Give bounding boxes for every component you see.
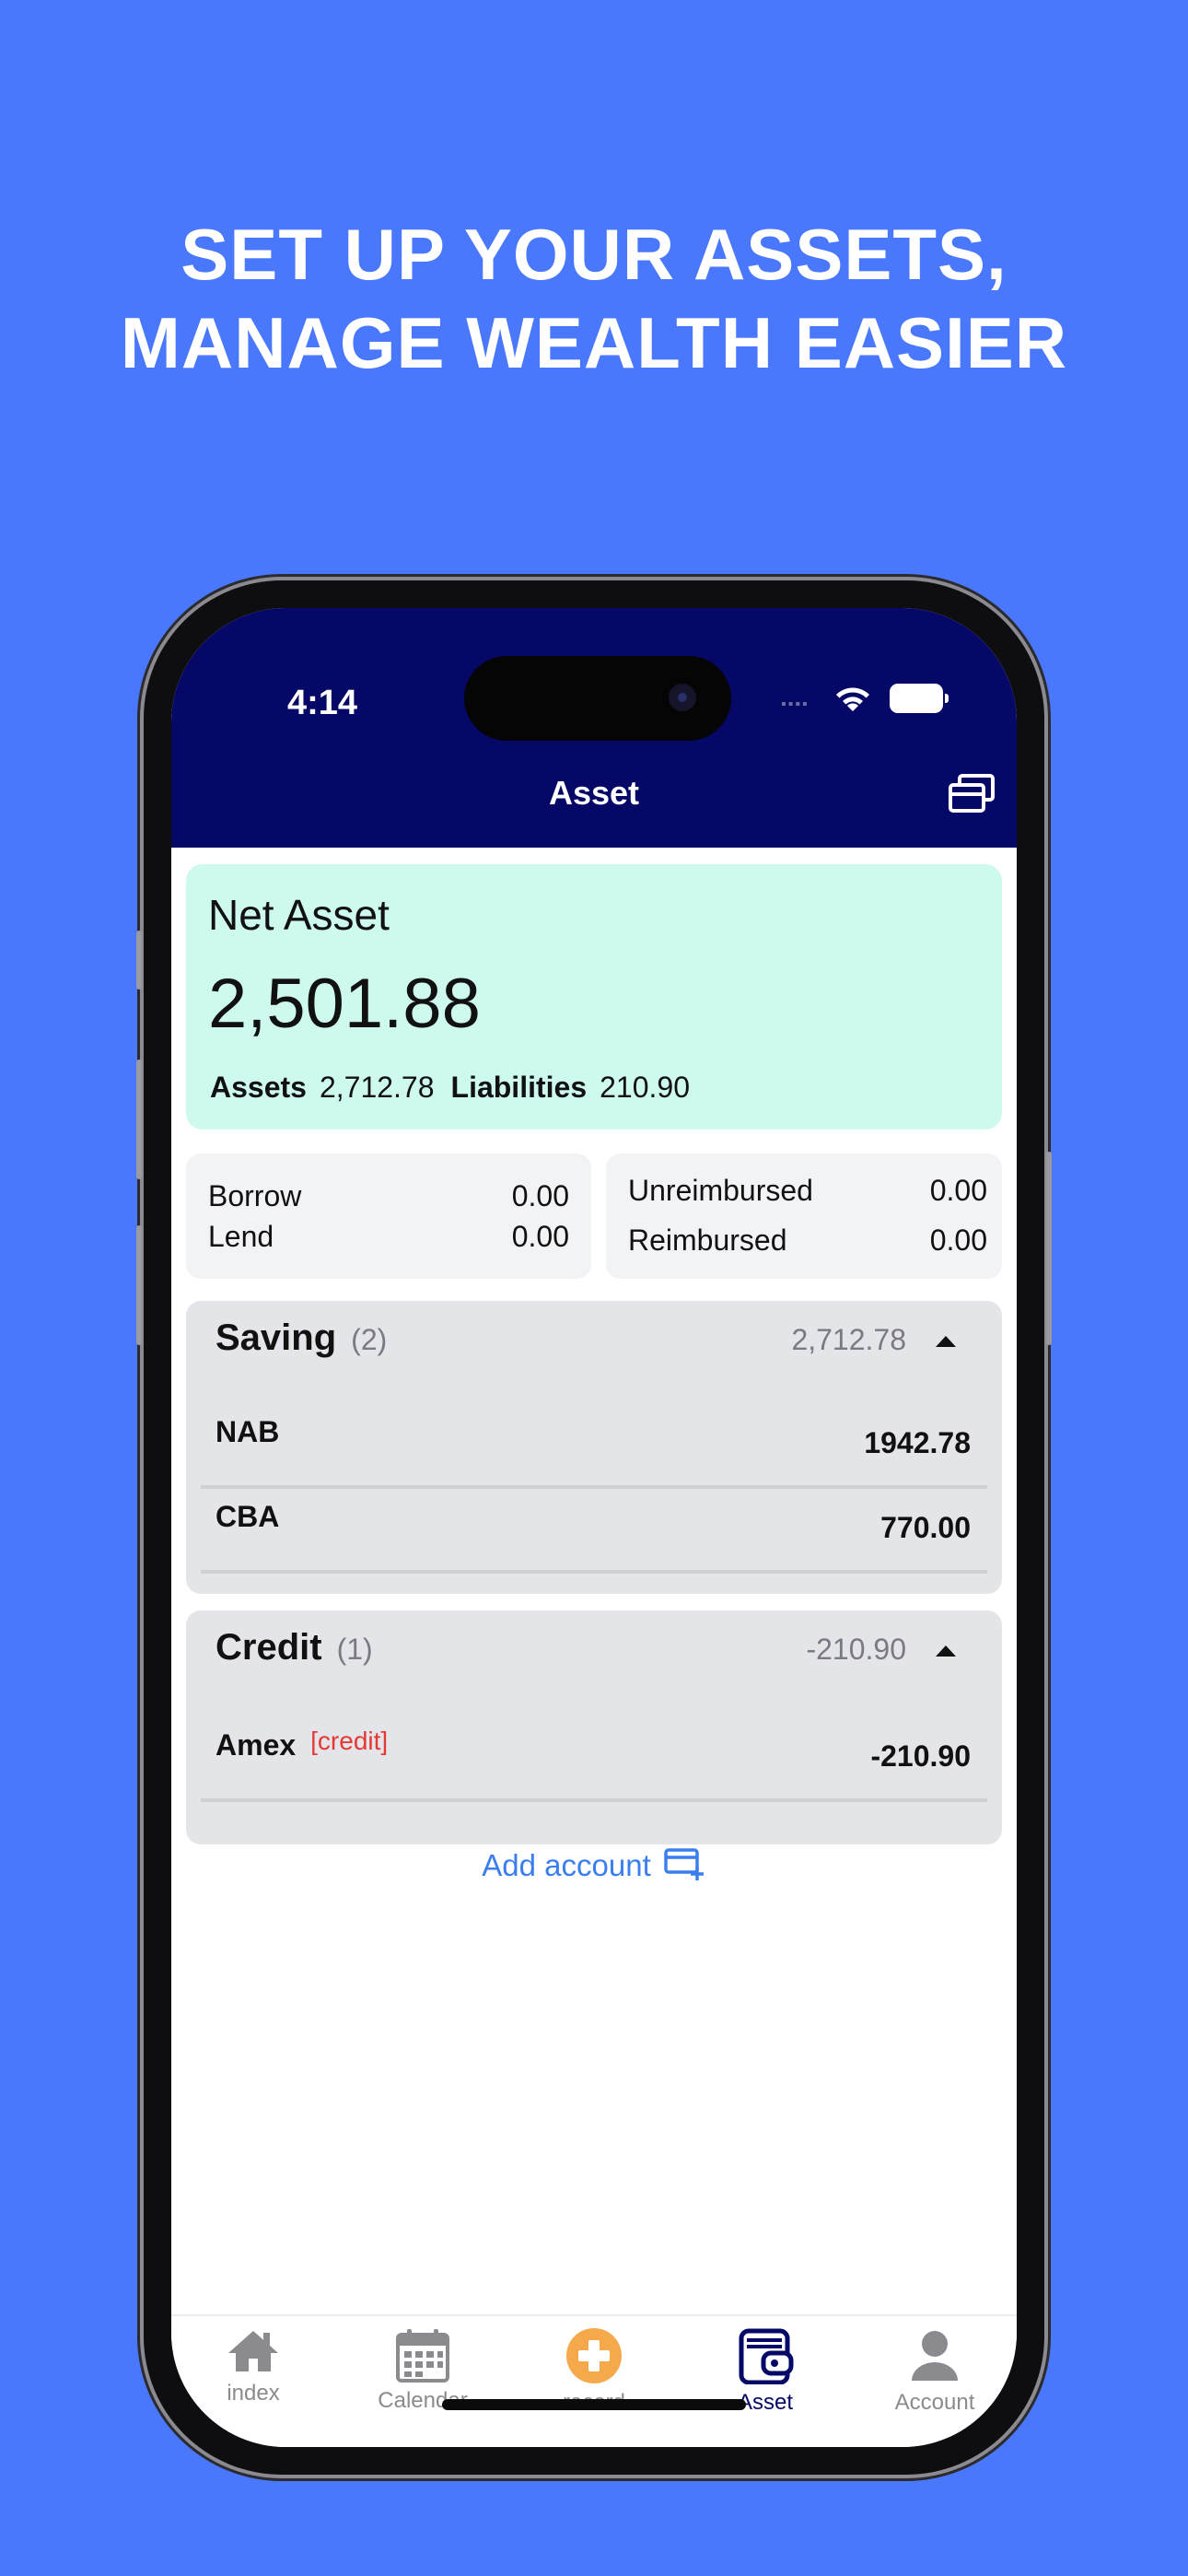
group-name: Saving [215, 1317, 337, 1358]
account-row[interactable]: CBA 770.00 [201, 1485, 987, 1574]
page-title: Asset [548, 774, 640, 812]
account-group-saving: Saving (2) 2,712.78 NAB 1942.78 CBA 770.0… [186, 1301, 1002, 1594]
battery-icon [890, 684, 949, 713]
volume-up-button [136, 1060, 142, 1179]
account-amount: -210.90 [870, 1739, 971, 1773]
phone-frame: 4:14 ▪▪▪▪ Asset Net Asset 2,501.88 Asset… [136, 580, 1052, 2475]
cellular-signal-icon: ▪▪▪▪ [781, 697, 809, 712]
action-button [136, 931, 142, 989]
account-row[interactable]: Amex [credit] -210.90 [201, 1714, 987, 1802]
collapse-caret-icon[interactable] [936, 1645, 956, 1657]
reimbursed-value: 0.00 [929, 1224, 987, 1257]
calendar-icon [396, 2329, 449, 2383]
net-asset-value: 2,501.88 [208, 965, 481, 1043]
account-name: NAB [215, 1415, 280, 1448]
net-asset-breakdown: Assets 2,712.78 Liabilities 210.90 [210, 1071, 690, 1105]
tab-label: index [227, 2381, 280, 2406]
tab-index[interactable]: index [184, 2327, 322, 2406]
loan-summary-card[interactable]: Borrow 0.00 Lend 0.00 [186, 1153, 591, 1279]
unreimbursed-label: Unreimbursed [628, 1174, 813, 1207]
headline: SET UP YOUR ASSETS, MANAGE WEALTH EASIER [0, 210, 1188, 387]
status-time: 4:14 [287, 684, 358, 722]
unreimbursed-value: 0.00 [929, 1174, 987, 1207]
add-account-label: Add account [482, 1848, 651, 1882]
borrow-label: Borrow [208, 1179, 302, 1212]
account-name-wrap: Amex [credit] [215, 1727, 389, 1762]
user-icon [912, 2331, 958, 2381]
account-amount: 770.00 [880, 1511, 971, 1544]
plus-circle-icon [566, 2328, 622, 2383]
wallet-icon [739, 2328, 794, 2384]
headline-line-2: MANAGE WEALTH EASIER [120, 302, 1068, 383]
borrow-value: 0.00 [511, 1179, 569, 1212]
group-total: -210.90 [806, 1633, 906, 1666]
account-group-credit: Credit (1) -210.90 Amex [credit] -210.90 [186, 1610, 1002, 1844]
home-icon [228, 2331, 278, 2371]
wifi-icon [836, 687, 869, 711]
account-type-tag: [credit] [310, 1727, 389, 1755]
liabilities-value: 210.90 [600, 1071, 690, 1104]
group-count: (1) [336, 1633, 373, 1666]
headline-line-1: SET UP YOUR ASSETS, [181, 214, 1007, 295]
header-bar: 4:14 ▪▪▪▪ Asset [171, 608, 1017, 848]
group-header[interactable]: Credit (1) [215, 1627, 373, 1669]
lend-label: Lend [208, 1220, 274, 1253]
power-button [1046, 1152, 1052, 1345]
account-name: CBA [215, 1500, 280, 1533]
volume-down-button [136, 1225, 142, 1345]
group-count: (2) [351, 1323, 388, 1356]
net-asset-card[interactable]: Net Asset 2,501.88 Assets 2,712.78 Liabili… [186, 864, 1002, 1130]
net-asset-title: Net Asset [208, 891, 390, 939]
lend-value: 0.00 [511, 1220, 569, 1253]
tab-bar: index Calendar Asset Account [171, 2314, 1017, 2447]
group-name: Credit [215, 1627, 322, 1668]
account-name: Amex [215, 1728, 297, 1762]
group-total: 2,712.78 [791, 1323, 906, 1356]
liabilities-label: Liabilities [450, 1071, 588, 1104]
account-row[interactable]: NAB 1942.78 [201, 1400, 987, 1489]
group-header[interactable]: Saving (2) [215, 1317, 387, 1359]
collapse-caret-icon[interactable] [936, 1336, 956, 1347]
add-account-button[interactable]: Add account [171, 1848, 1017, 1885]
assets-label: Assets [210, 1071, 307, 1104]
assets-value: 2,712.78 [319, 1071, 435, 1104]
card-add-icon [663, 1848, 704, 1881]
tab-label: Account [894, 2390, 975, 2415]
dynamic-island [464, 656, 731, 741]
account-amount: 1942.78 [864, 1426, 971, 1459]
tab-account[interactable]: Account [866, 2327, 1004, 2416]
reimbursed-label: Reimbursed [628, 1224, 787, 1257]
app-screen: 4:14 ▪▪▪▪ Asset Net Asset 2,501.88 Asset… [171, 608, 1017, 2447]
cards-stack-icon[interactable] [947, 772, 996, 816]
home-indicator[interactable] [442, 2399, 746, 2410]
reimburse-summary-card[interactable]: Unreimbursed 0.00 Reimbursed 0.00 [606, 1153, 1002, 1279]
